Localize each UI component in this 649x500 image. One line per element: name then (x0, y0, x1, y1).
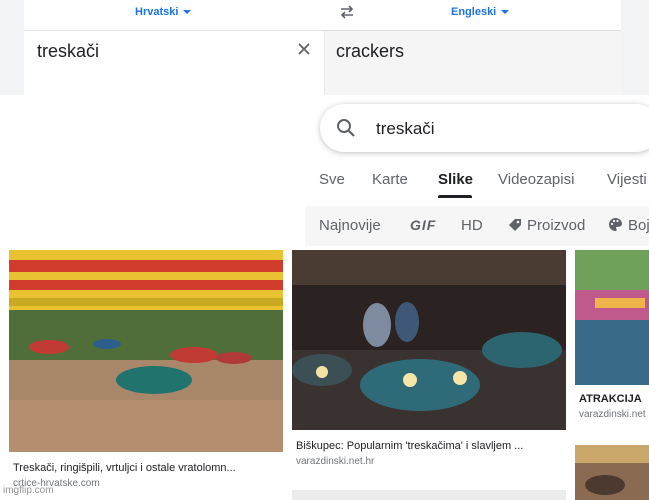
filter-color[interactable]: Boja (608, 217, 649, 234)
active-tab-indicator (438, 195, 472, 198)
result-source: varazdinski.net (579, 409, 646, 420)
tab-all[interactable]: Sve (319, 171, 345, 188)
translated-text: crackers (336, 41, 405, 61)
filter-hd-label: HD (461, 217, 483, 234)
chevron-down-icon (183, 10, 192, 15)
result-title[interactable]: Treskači, ringišpili, vrtuljci i ostale … (13, 462, 283, 474)
source-text-area[interactable]: treskači (24, 31, 323, 95)
translate-panel: Hrvatski Engleski treskači crackers (0, 0, 649, 95)
filter-color-label: Boja (628, 217, 649, 234)
filter-product-label: Proizvod (527, 217, 586, 234)
result-source: varazdinski.net.hr (296, 456, 375, 467)
left-margin (0, 0, 24, 95)
right-margin (621, 0, 649, 95)
filter-recent-label: Najnovije (319, 217, 381, 234)
result-title[interactable]: ATRAKCIJA (579, 393, 649, 405)
result-image[interactable] (575, 445, 649, 500)
search-input[interactable]: treskači (376, 119, 435, 139)
filter-chips: Najnovije GIF HD Proizvod Boja (305, 206, 649, 246)
tab-images[interactable]: Slike (438, 171, 473, 188)
filter-gif[interactable]: GIF (410, 217, 436, 234)
search-icon[interactable] (336, 118, 356, 138)
source-language-label: Hrvatski (135, 6, 179, 18)
swap-languages-icon[interactable] (338, 4, 356, 20)
tab-maps[interactable]: Karte (372, 171, 408, 188)
tag-icon (509, 219, 521, 231)
palette-icon (609, 218, 622, 231)
language-bar: Hrvatski Engleski (24, 0, 621, 31)
result-image[interactable] (292, 490, 566, 500)
target-language-select[interactable]: Engleski (451, 6, 510, 18)
bumper-cars-night-photo (292, 250, 566, 430)
search-tabs: Sve Karte Slike Videozapisi Vijesti (305, 160, 649, 200)
filter-product[interactable]: Proizvod (508, 217, 585, 234)
result-photo (575, 445, 649, 500)
search-bar[interactable]: treskači (320, 104, 649, 152)
source-text: treskači (37, 41, 100, 61)
chevron-down-icon (501, 10, 510, 15)
translation-output: crackers (324, 31, 622, 95)
tab-news[interactable]: Vijesti (607, 171, 647, 188)
filter-gif-label: GIF (410, 217, 437, 233)
tab-videos[interactable]: Videozapisi (498, 171, 574, 188)
result-image[interactable] (292, 250, 566, 430)
watermark: imgflip.com (3, 485, 54, 496)
filter-recent[interactable]: Najnovije (319, 217, 381, 234)
source-language-select[interactable]: Hrvatski (135, 6, 192, 18)
filter-hd[interactable]: HD (461, 217, 483, 234)
result-image[interactable] (575, 250, 649, 385)
close-icon[interactable] (296, 41, 312, 57)
result-image[interactable] (9, 250, 283, 452)
bumper-cars-photo (9, 250, 283, 452)
result-title[interactable]: Biškupec: Popularnim 'treskačima' i slav… (296, 440, 564, 452)
amusement-park-photo (575, 250, 649, 385)
target-language-label: Engleski (451, 6, 497, 18)
